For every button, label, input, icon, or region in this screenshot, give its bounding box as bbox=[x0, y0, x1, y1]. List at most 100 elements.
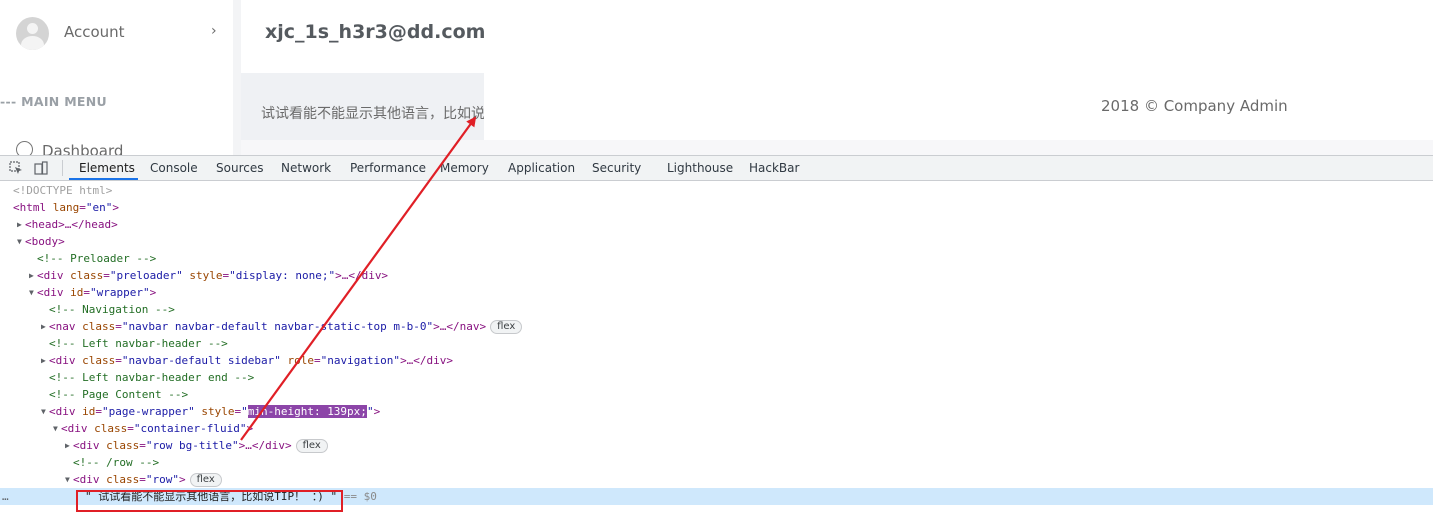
role-attr: role bbox=[287, 354, 314, 367]
flex-badge[interactable]: flex bbox=[189, 473, 222, 487]
row-bg-title-div: <div class="row bg-title">…</div> flex bbox=[73, 437, 328, 454]
tab-lighthouse[interactable]: Lighthouse bbox=[667, 161, 733, 175]
div-open: <div bbox=[49, 405, 76, 418]
account-label[interactable]: Account bbox=[64, 23, 125, 41]
attr-equals: = bbox=[79, 201, 86, 214]
nav-open: <nav bbox=[49, 320, 76, 333]
tag-close: > bbox=[179, 473, 186, 486]
page-wrapper-div: <div id="page-wrapper" style="min-height… bbox=[49, 403, 380, 420]
expand-triangle-icon[interactable]: ▶ bbox=[41, 318, 46, 335]
id-attr: id bbox=[70, 286, 84, 299]
flex-badge[interactable]: flex bbox=[490, 320, 523, 334]
content-text: 试试看能不能显示其他语言，比如说TIP！ ：) bbox=[261, 106, 484, 122]
div-open: <div bbox=[37, 286, 64, 299]
class-value: "container-fluid" bbox=[133, 422, 247, 435]
dom-line-comment[interactable]: <!-- Preloader --> bbox=[0, 250, 1433, 267]
highlight-box bbox=[76, 490, 343, 512]
tab-hackbar[interactable]: HackBar bbox=[749, 161, 799, 175]
dom-line-comment[interactable]: <!-- Navigation --> bbox=[0, 301, 1433, 318]
main-menu-heading: --- MAIN MENU bbox=[0, 94, 107, 109]
flex-badge[interactable]: flex bbox=[295, 439, 328, 453]
tab-memory[interactable]: Memory bbox=[440, 161, 489, 175]
web-page: Account › --- MAIN MENU Dashboard xjc_1s… bbox=[0, 0, 1433, 155]
dashboard-icon[interactable] bbox=[16, 141, 33, 155]
comment-row-end: <!-- /row --> bbox=[73, 456, 160, 469]
collapsed-div-close: >…</div> bbox=[335, 269, 389, 282]
nav-close: >…</nav> bbox=[433, 320, 487, 333]
dom-line-row[interactable]: ▼ <div class="row"> flex bbox=[0, 471, 1433, 488]
attr-equals: = bbox=[139, 473, 146, 486]
attr-equals: = bbox=[83, 286, 90, 299]
dom-line-preloader[interactable]: ▶ <div class="preloader" style="display:… bbox=[0, 267, 1433, 284]
body-tag: <body> bbox=[25, 235, 65, 248]
avatar[interactable] bbox=[16, 17, 49, 50]
dom-line-body[interactable]: ▼ <body> bbox=[0, 233, 1433, 250]
dom-line-comment[interactable]: <!-- Page Content --> bbox=[0, 386, 1433, 403]
div-open: <div bbox=[73, 439, 100, 452]
collapsed-div-close: >…</div> bbox=[238, 439, 292, 452]
inspect-element-icon[interactable] bbox=[9, 161, 23, 175]
dom-line-head[interactable]: ▶ <head>…</head> bbox=[0, 216, 1433, 233]
comment-preloader: <!-- Preloader --> bbox=[37, 252, 157, 265]
more-options-icon[interactable]: … bbox=[2, 488, 9, 505]
collapse-triangle-icon[interactable]: ▼ bbox=[65, 471, 70, 488]
footer-text: 2018 © Company Admin bbox=[1101, 97, 1288, 115]
dom-line-comment[interactable]: <!-- Left navbar-header --> bbox=[0, 335, 1433, 352]
head-tag: <head>…</head> bbox=[25, 218, 118, 231]
dom-line-nav[interactable]: ▶ <nav class="navbar navbar-default navb… bbox=[0, 318, 1433, 335]
sidebar: Account › --- MAIN MENU Dashboard bbox=[0, 0, 233, 155]
class-attr: class bbox=[70, 269, 104, 282]
tab-network[interactable]: Network bbox=[281, 161, 331, 175]
device-toolbar-icon[interactable] bbox=[34, 161, 48, 175]
expand-triangle-icon[interactable]: ▶ bbox=[29, 267, 34, 284]
devtools-panel: Elements Console Sources Network Perform… bbox=[0, 155, 1433, 517]
class-value: "row" bbox=[145, 473, 179, 486]
highlighted-style-value: min-height: 139px; bbox=[247, 405, 367, 418]
dom-line-wrapper[interactable]: ▼ <div id="wrapper"> bbox=[0, 284, 1433, 301]
avatar-head bbox=[27, 23, 38, 34]
id-attr: id bbox=[82, 405, 96, 418]
dom-line-comment[interactable]: <!-- /row --> bbox=[0, 454, 1433, 471]
dom-line-row-bg-title[interactable]: ▶ <div class="row bg-title">…</div> flex bbox=[0, 437, 1433, 454]
attr-equals: = bbox=[127, 422, 134, 435]
collapse-triangle-icon[interactable]: ▼ bbox=[29, 284, 34, 301]
quote: " bbox=[366, 405, 374, 418]
container-fluid-div: <div class="container-fluid"> bbox=[61, 420, 253, 437]
collapse-triangle-icon[interactable]: ▼ bbox=[41, 403, 46, 420]
html-open-tag: <html bbox=[13, 201, 47, 214]
tab-performance[interactable]: Performance bbox=[350, 161, 426, 175]
collapse-triangle-icon[interactable]: ▼ bbox=[17, 233, 22, 250]
selected-node-marker: == $0 bbox=[337, 490, 377, 503]
class-value: "row bg-title" bbox=[145, 439, 239, 452]
tab-sources[interactable]: Sources bbox=[216, 161, 263, 175]
dom-line-comment[interactable]: <!-- Left navbar-header end --> bbox=[0, 369, 1433, 386]
wrapper-div: <div id="wrapper"> bbox=[37, 284, 156, 301]
footer-band bbox=[484, 73, 1433, 140]
id-value: "page-wrapper" bbox=[102, 405, 195, 418]
dom-line-doctype[interactable]: <!DOCTYPE html> bbox=[0, 182, 1433, 199]
dom-line-html[interactable]: <html lang="en"> bbox=[0, 199, 1433, 216]
expand-triangle-icon[interactable]: ▶ bbox=[41, 352, 46, 369]
chevron-right-icon[interactable]: › bbox=[211, 23, 217, 39]
sidebar-item-dashboard[interactable]: Dashboard bbox=[42, 142, 123, 155]
tag-close: > bbox=[112, 201, 119, 214]
tab-elements[interactable]: Elements bbox=[79, 161, 135, 175]
class-value: "preloader" bbox=[109, 269, 183, 282]
expand-triangle-icon[interactable]: ▶ bbox=[17, 216, 22, 233]
tab-application[interactable]: Application bbox=[508, 161, 575, 175]
tab-security[interactable]: Security bbox=[592, 161, 641, 175]
dom-line-page-wrapper[interactable]: ▼ <div id="page-wrapper" style="min-heig… bbox=[0, 403, 1433, 420]
content-box: 试试看能不能显示其他语言，比如说TIP！ ：) bbox=[241, 73, 484, 140]
dom-line-container-fluid[interactable]: ▼ <div class="container-fluid"> bbox=[0, 420, 1433, 437]
nav-tag: <nav class="navbar navbar-default navbar… bbox=[49, 318, 523, 335]
expand-triangle-icon[interactable]: ▶ bbox=[65, 437, 70, 454]
role-value: "navigation" bbox=[320, 354, 401, 367]
class-attr: class bbox=[82, 320, 116, 333]
sidebar-shadow bbox=[233, 0, 241, 155]
class-attr: class bbox=[106, 473, 140, 486]
attr-equals: = bbox=[313, 354, 321, 367]
collapse-triangle-icon[interactable]: ▼ bbox=[53, 420, 58, 437]
tab-console[interactable]: Console bbox=[150, 161, 198, 175]
dom-tree: <!DOCTYPE html> <html lang="en"> ▶ <head… bbox=[0, 182, 1433, 517]
dom-line-sidebar[interactable]: ▶ <div class="navbar-default sidebar" ro… bbox=[0, 352, 1433, 369]
